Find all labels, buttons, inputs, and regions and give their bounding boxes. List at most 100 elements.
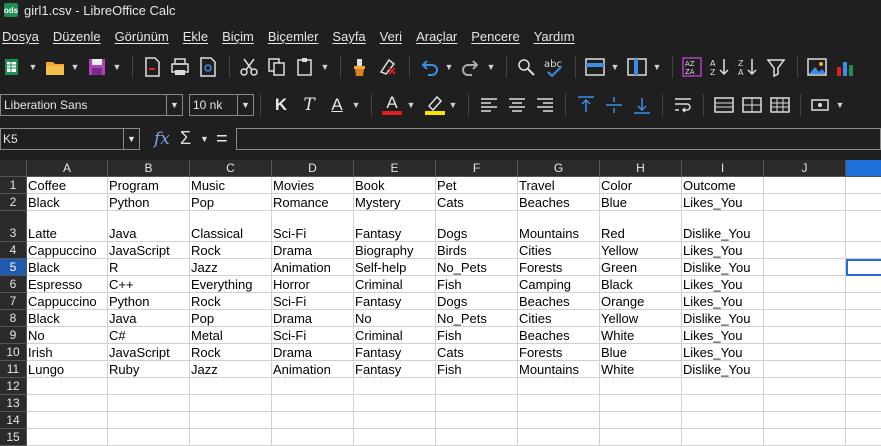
table-cell[interactable] (846, 310, 881, 327)
table-cell[interactable]: C# (108, 327, 190, 344)
table-cell[interactable]: Beaches (518, 194, 600, 211)
table-cell[interactable]: White (600, 327, 682, 344)
align-left-icon[interactable] (475, 92, 503, 118)
row-header[interactable]: 2 (0, 194, 27, 211)
table-cell[interactable]: Python (108, 194, 190, 211)
spelling-icon[interactable]: abc (541, 54, 567, 80)
table-cell[interactable] (518, 412, 600, 429)
column-header-k[interactable] (846, 160, 881, 177)
table-cell[interactable]: Green (600, 259, 682, 276)
table-cell[interactable]: Orange (600, 293, 682, 310)
table-cell[interactable] (764, 194, 846, 211)
open-dropdown-arrow[interactable]: ▼ (70, 54, 80, 80)
merge-cells-icon[interactable] (710, 92, 738, 118)
font-size-dropdown-arrow[interactable]: ▼ (237, 95, 253, 115)
font-name-box[interactable]: Liberation Sans ▼ (0, 94, 183, 116)
menu-item[interactable]: Biçemler (268, 29, 319, 44)
table-cell[interactable]: Fish (436, 276, 518, 293)
table-cell[interactable]: Romance (272, 194, 354, 211)
highlight-dropdown-arrow[interactable]: ▼ (448, 92, 458, 118)
table-cell[interactable] (764, 242, 846, 259)
table-cell[interactable] (846, 429, 881, 446)
sort-icon[interactable]: AZ ZA (679, 54, 705, 80)
table-cell[interactable]: Horror (272, 276, 354, 293)
copy-icon[interactable] (264, 54, 290, 80)
menu-item[interactable]: Görünüm (115, 29, 169, 44)
column-header-g[interactable]: G (518, 160, 600, 177)
table-cell[interactable]: Pet (436, 177, 518, 194)
font-color-dropdown-arrow[interactable]: ▼ (406, 92, 416, 118)
table-cell[interactable]: Dislike_You (682, 211, 764, 242)
column-header-j[interactable]: J (764, 160, 846, 177)
menu-item[interactable]: Araçlar (416, 29, 457, 44)
menu-item[interactable]: Veri (380, 29, 402, 44)
table-cell[interactable]: Beaches (518, 327, 600, 344)
table-cell[interactable]: Camping (518, 276, 600, 293)
insert-image-icon[interactable] (804, 54, 830, 80)
table-cell[interactable]: Rock (190, 293, 272, 310)
new-dropdown-arrow[interactable]: ▼ (28, 54, 38, 80)
table-cell[interactable]: Drama (272, 310, 354, 327)
formula-input[interactable] (236, 128, 881, 150)
table-cell[interactable]: Sci-Fi (272, 211, 354, 242)
name-box[interactable]: K5 ▼ (0, 128, 140, 150)
row-header[interactable]: 6 (0, 276, 27, 293)
sort-descending-icon[interactable]: ZA (735, 54, 761, 80)
table-cell[interactable]: Java (108, 310, 190, 327)
table-cell[interactable]: Criminal (354, 327, 436, 344)
row-header[interactable]: 7 (0, 293, 27, 310)
table-cell[interactable]: Biography (354, 242, 436, 259)
font-size-box[interactable]: 10 nk ▼ (189, 94, 254, 116)
table-cell[interactable]: Likes_You (682, 276, 764, 293)
bold-button[interactable]: K (267, 92, 295, 118)
table-cell[interactable]: Python (108, 293, 190, 310)
align-top-icon[interactable] (572, 92, 600, 118)
clear-formatting-icon[interactable] (375, 54, 401, 80)
column-header-a[interactable]: A (27, 160, 108, 177)
table-cell[interactable] (846, 242, 881, 259)
column-header-f[interactable]: F (436, 160, 518, 177)
table-cell[interactable] (27, 395, 108, 412)
paste-icon[interactable] (292, 54, 318, 80)
table-cell[interactable]: Red (600, 211, 682, 242)
table-cell[interactable] (682, 429, 764, 446)
table-cell[interactable]: Dogs (436, 211, 518, 242)
sum-dropdown-arrow[interactable]: ▼ (200, 134, 209, 144)
table-cell[interactable]: Dogs (436, 293, 518, 310)
table-cell[interactable] (436, 395, 518, 412)
table-cell[interactable] (846, 211, 881, 242)
table-cell[interactable]: Mountains (518, 211, 600, 242)
table-cell[interactable] (682, 378, 764, 395)
table-cell[interactable]: Cats (436, 344, 518, 361)
table-cell[interactable]: Animation (272, 259, 354, 276)
table-cell[interactable] (764, 395, 846, 412)
menu-item[interactable]: Dosya (2, 29, 39, 44)
open-folder-icon[interactable] (42, 54, 68, 80)
table-cell[interactable] (846, 327, 881, 344)
row-header[interactable]: 1 (0, 177, 27, 194)
table-cell[interactable] (190, 378, 272, 395)
table-cell[interactable]: Fantasy (354, 293, 436, 310)
row-header[interactable]: 11 (0, 361, 27, 378)
table-cell[interactable] (764, 259, 846, 276)
table-cell[interactable]: Sci-Fi (272, 327, 354, 344)
column-header-c[interactable]: C (190, 160, 272, 177)
table-cell[interactable]: R (108, 259, 190, 276)
table-cell[interactable]: Everything (190, 276, 272, 293)
row-header[interactable]: 5 (0, 259, 27, 276)
row-header[interactable]: 9 (0, 327, 27, 344)
row-header[interactable]: 3 (0, 211, 27, 242)
table-cell[interactable] (354, 378, 436, 395)
table-cell[interactable]: No (27, 327, 108, 344)
table-cell[interactable] (846, 412, 881, 429)
table-cell[interactable] (190, 412, 272, 429)
italic-button[interactable]: T (295, 92, 323, 118)
table-cell[interactable]: Likes_You (682, 327, 764, 344)
column-header-d[interactable]: D (272, 160, 354, 177)
currency-dropdown-arrow[interactable]: ▼ (835, 92, 845, 118)
redo-icon[interactable] (458, 54, 484, 80)
table-cell[interactable]: Black (27, 310, 108, 327)
table-cell[interactable]: Jazz (190, 259, 272, 276)
table-cell[interactable] (272, 395, 354, 412)
table-cell[interactable]: White (600, 361, 682, 378)
